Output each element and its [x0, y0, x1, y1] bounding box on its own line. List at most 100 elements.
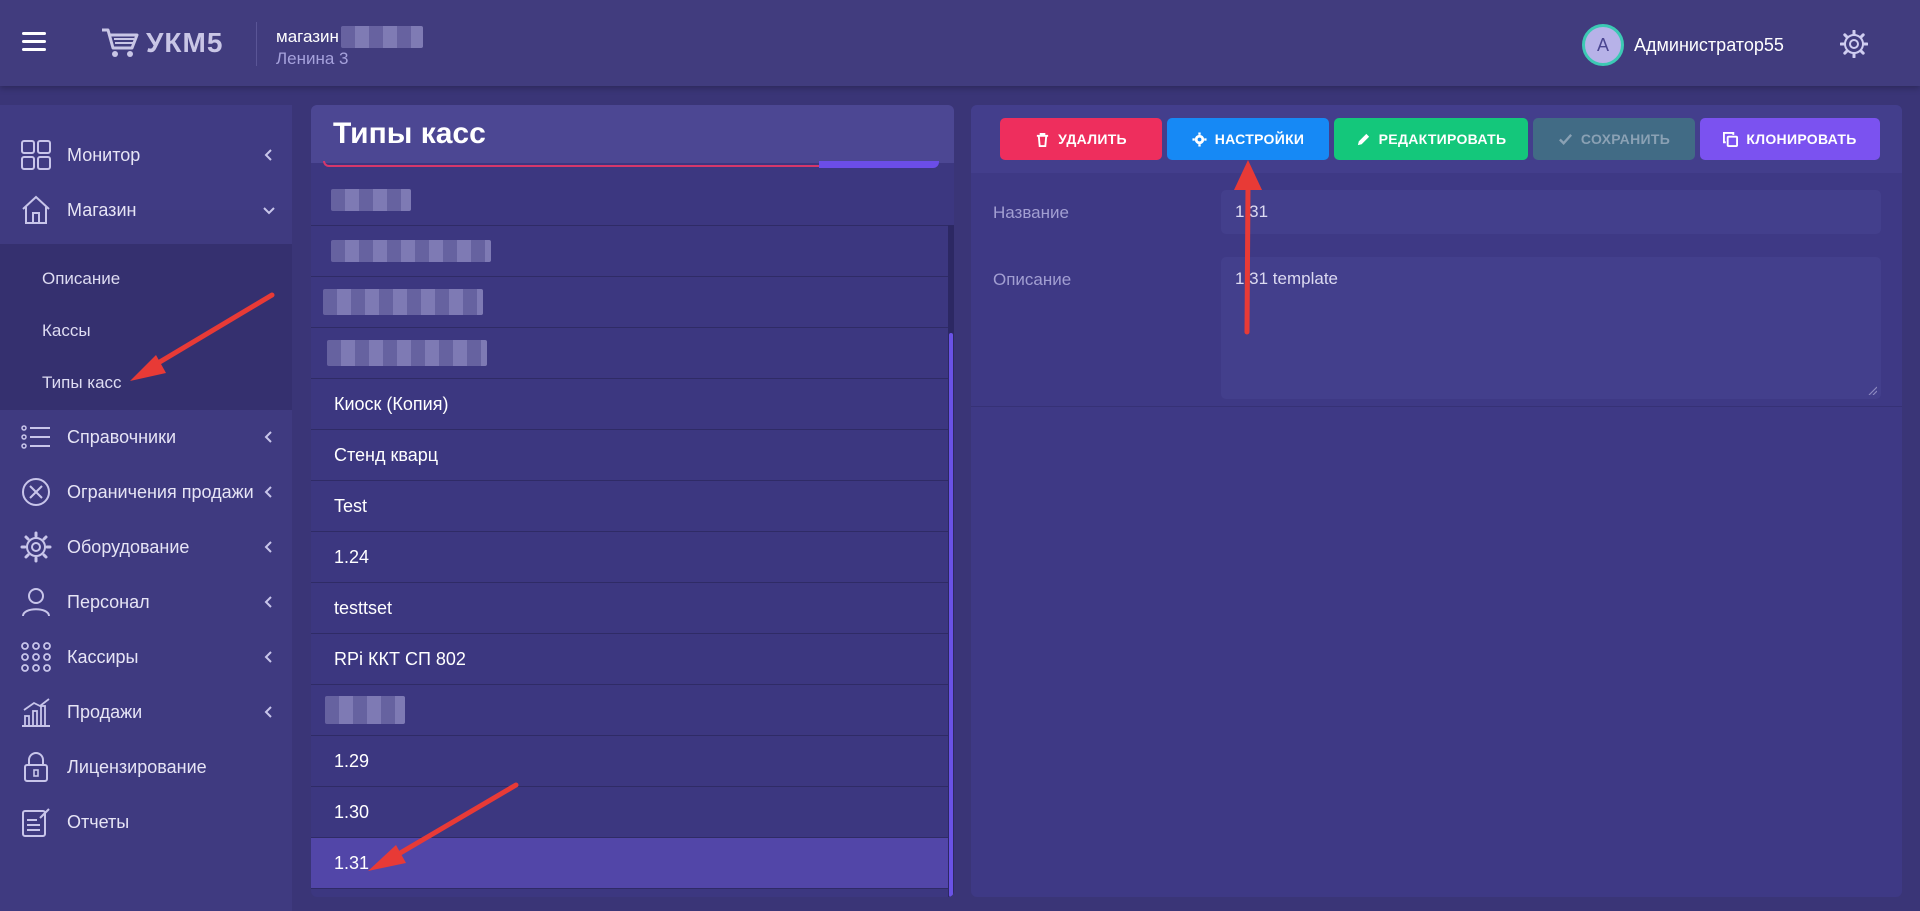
- lock-icon: [24, 752, 48, 782]
- list-item[interactable]: 1.30: [311, 787, 948, 838]
- list-item-selected[interactable]: 1.31: [311, 838, 948, 889]
- settings-gear-icon[interactable]: [1840, 30, 1868, 58]
- list-item[interactable]: 1.24: [311, 532, 948, 583]
- sidebar: Монитор Магазин Описание Кассы Типы касс…: [0, 105, 292, 911]
- search-input[interactable]: [323, 161, 823, 167]
- edit-button[interactable]: РЕДАКТИРОВАТЬ: [1334, 118, 1528, 160]
- list-item[interactable]: [311, 175, 948, 226]
- sidebar-item-label: Кассиры: [67, 646, 139, 667]
- sidebar-item-sales[interactable]: Продажи: [0, 687, 292, 737]
- cart-icon: [102, 28, 139, 57]
- list-item[interactable]: [311, 277, 948, 328]
- page-title: Типы касс: [333, 117, 486, 150]
- settings-button-label: НАСТРОЙКИ: [1214, 131, 1305, 147]
- hamburger-menu-icon[interactable]: [22, 32, 46, 52]
- save-button[interactable]: СОХРАНИТЬ: [1533, 118, 1695, 160]
- name-field[interactable]: 1.31: [1221, 190, 1881, 234]
- cancel-circle-icon: [22, 478, 50, 506]
- list-item[interactable]: RPi ККТ СП 802: [311, 634, 948, 685]
- person-icon: [22, 588, 50, 617]
- sidebar-item-label: Ограничения продажи: [67, 481, 254, 502]
- list-item[interactable]: Test: [311, 481, 948, 532]
- submenu-item-registers[interactable]: Кассы: [42, 321, 91, 341]
- scrollbar-thumb[interactable]: [949, 333, 953, 897]
- app-name: УКМ5: [146, 27, 224, 58]
- list-item[interactable]: Киоск (Копия): [311, 379, 948, 430]
- chevron-left-icon: [264, 596, 272, 608]
- list-item-label: 1.29: [334, 750, 370, 771]
- resize-handle-icon[interactable]: [1867, 385, 1877, 395]
- name-field-value: 1.31: [1235, 202, 1269, 221]
- clone-button-label: КЛОНИРОВАТЬ: [1746, 131, 1857, 147]
- list-item[interactable]: 1.29: [311, 736, 948, 787]
- delete-button[interactable]: УДАЛИТЬ: [1000, 118, 1162, 160]
- name-label: Название: [993, 203, 1069, 222]
- sidebar-item-monitor[interactable]: Монитор: [0, 130, 292, 180]
- list-icon: [21, 425, 50, 449]
- redacted-text: [325, 696, 405, 724]
- settings-button[interactable]: НАСТРОЙКИ: [1167, 118, 1329, 160]
- list-item-label: RPi ККТ СП 802: [334, 648, 466, 669]
- sidebar-item-cashiers[interactable]: Кассиры: [0, 632, 292, 682]
- copy-icon: [1723, 131, 1739, 147]
- sidebar-item-label: Справочники: [67, 426, 177, 447]
- sidebar-item-store[interactable]: Магазин: [0, 185, 292, 235]
- sidebar-item-label: Отчеты: [67, 811, 130, 832]
- sidebar-item-personnel[interactable]: Персонал: [0, 577, 292, 627]
- trash-icon: [1036, 132, 1049, 147]
- chevron-left-icon: [264, 431, 272, 443]
- app-logo[interactable]: УКМ5: [100, 26, 223, 60]
- list-item[interactable]: [311, 226, 948, 277]
- gear-icon: [1192, 131, 1207, 147]
- pencil-icon: [1357, 133, 1369, 145]
- sidebar-item-label: Продажи: [67, 701, 143, 722]
- description-field[interactable]: 1.31 template: [1221, 257, 1881, 399]
- sidebar-item-label: Лицензирование: [67, 756, 207, 777]
- delete-button-label: УДАЛИТЬ: [1058, 131, 1127, 147]
- report-icon: [22, 808, 50, 837]
- submenu-item-register-types[interactable]: Типы касс: [42, 373, 122, 393]
- list-item[interactable]: [311, 685, 948, 736]
- list-item[interactable]: testtset: [311, 583, 948, 634]
- redacted-text: [331, 240, 491, 262]
- description-field-value: 1.31 template: [1235, 269, 1339, 288]
- sidebar-item-label: Персонал: [67, 591, 150, 612]
- sidebar-item-reports[interactable]: Отчеты: [0, 797, 292, 847]
- chevron-left-icon: [264, 706, 272, 718]
- redacted-text: [327, 340, 487, 366]
- action-toolbar: УДАЛИТЬ НАСТРОЙКИ РЕДАКТИРОВАТЬ СОХРАНИТ…: [971, 105, 1902, 173]
- chevron-left-icon: [264, 149, 272, 161]
- list-header: Типы касс: [311, 105, 954, 163]
- user-menu[interactable]: A Администратор55: [1582, 24, 1784, 66]
- store-address: Ленина 3: [276, 49, 349, 68]
- edit-button-label: РЕДАКТИРОВАТЬ: [1378, 131, 1507, 147]
- submenu-item-description[interactable]: Описание: [42, 269, 120, 289]
- chevron-left-icon: [264, 651, 272, 663]
- gear-icon: [20, 531, 52, 563]
- chevron-left-icon: [264, 486, 272, 498]
- top-bar: УКМ5 магазин Ленина 3 A Администратор55: [0, 0, 1920, 86]
- header-divider: [256, 22, 257, 66]
- sidebar-item-licensing[interactable]: Лицензирование: [0, 742, 292, 792]
- list-item[interactable]: Стенд кварц: [311, 430, 948, 481]
- sidebar-item-directories[interactable]: Справочники: [0, 412, 292, 462]
- redacted-text: [323, 289, 483, 315]
- dots-grid-icon: [21, 642, 51, 672]
- list-item-label: testtset: [334, 597, 393, 618]
- store-info: магазин Ленина 3: [276, 26, 423, 69]
- list-item-label: 1.31: [334, 852, 370, 873]
- list-item[interactable]: [311, 328, 948, 379]
- store-submenu: Описание Кассы Типы касс: [0, 244, 292, 410]
- chart-icon: [22, 698, 50, 727]
- search-button[interactable]: [819, 161, 939, 168]
- clone-button[interactable]: КЛОНИРОВАТЬ: [1700, 118, 1880, 160]
- redacted-text: [340, 26, 423, 48]
- sidebar-item-equipment[interactable]: Оборудование: [0, 522, 292, 572]
- avatar: A: [1582, 24, 1624, 66]
- chevron-down-icon: [263, 207, 275, 215]
- list-item-label: Test: [334, 495, 368, 516]
- register-types-panel: Типы касс Киоск (Копия) Стенд кварц Test…: [311, 105, 954, 897]
- form-divider: [971, 406, 1902, 407]
- list-item-label: 1.30: [334, 801, 370, 822]
- sidebar-item-sales-restrictions[interactable]: Ограничения продажи: [0, 467, 292, 517]
